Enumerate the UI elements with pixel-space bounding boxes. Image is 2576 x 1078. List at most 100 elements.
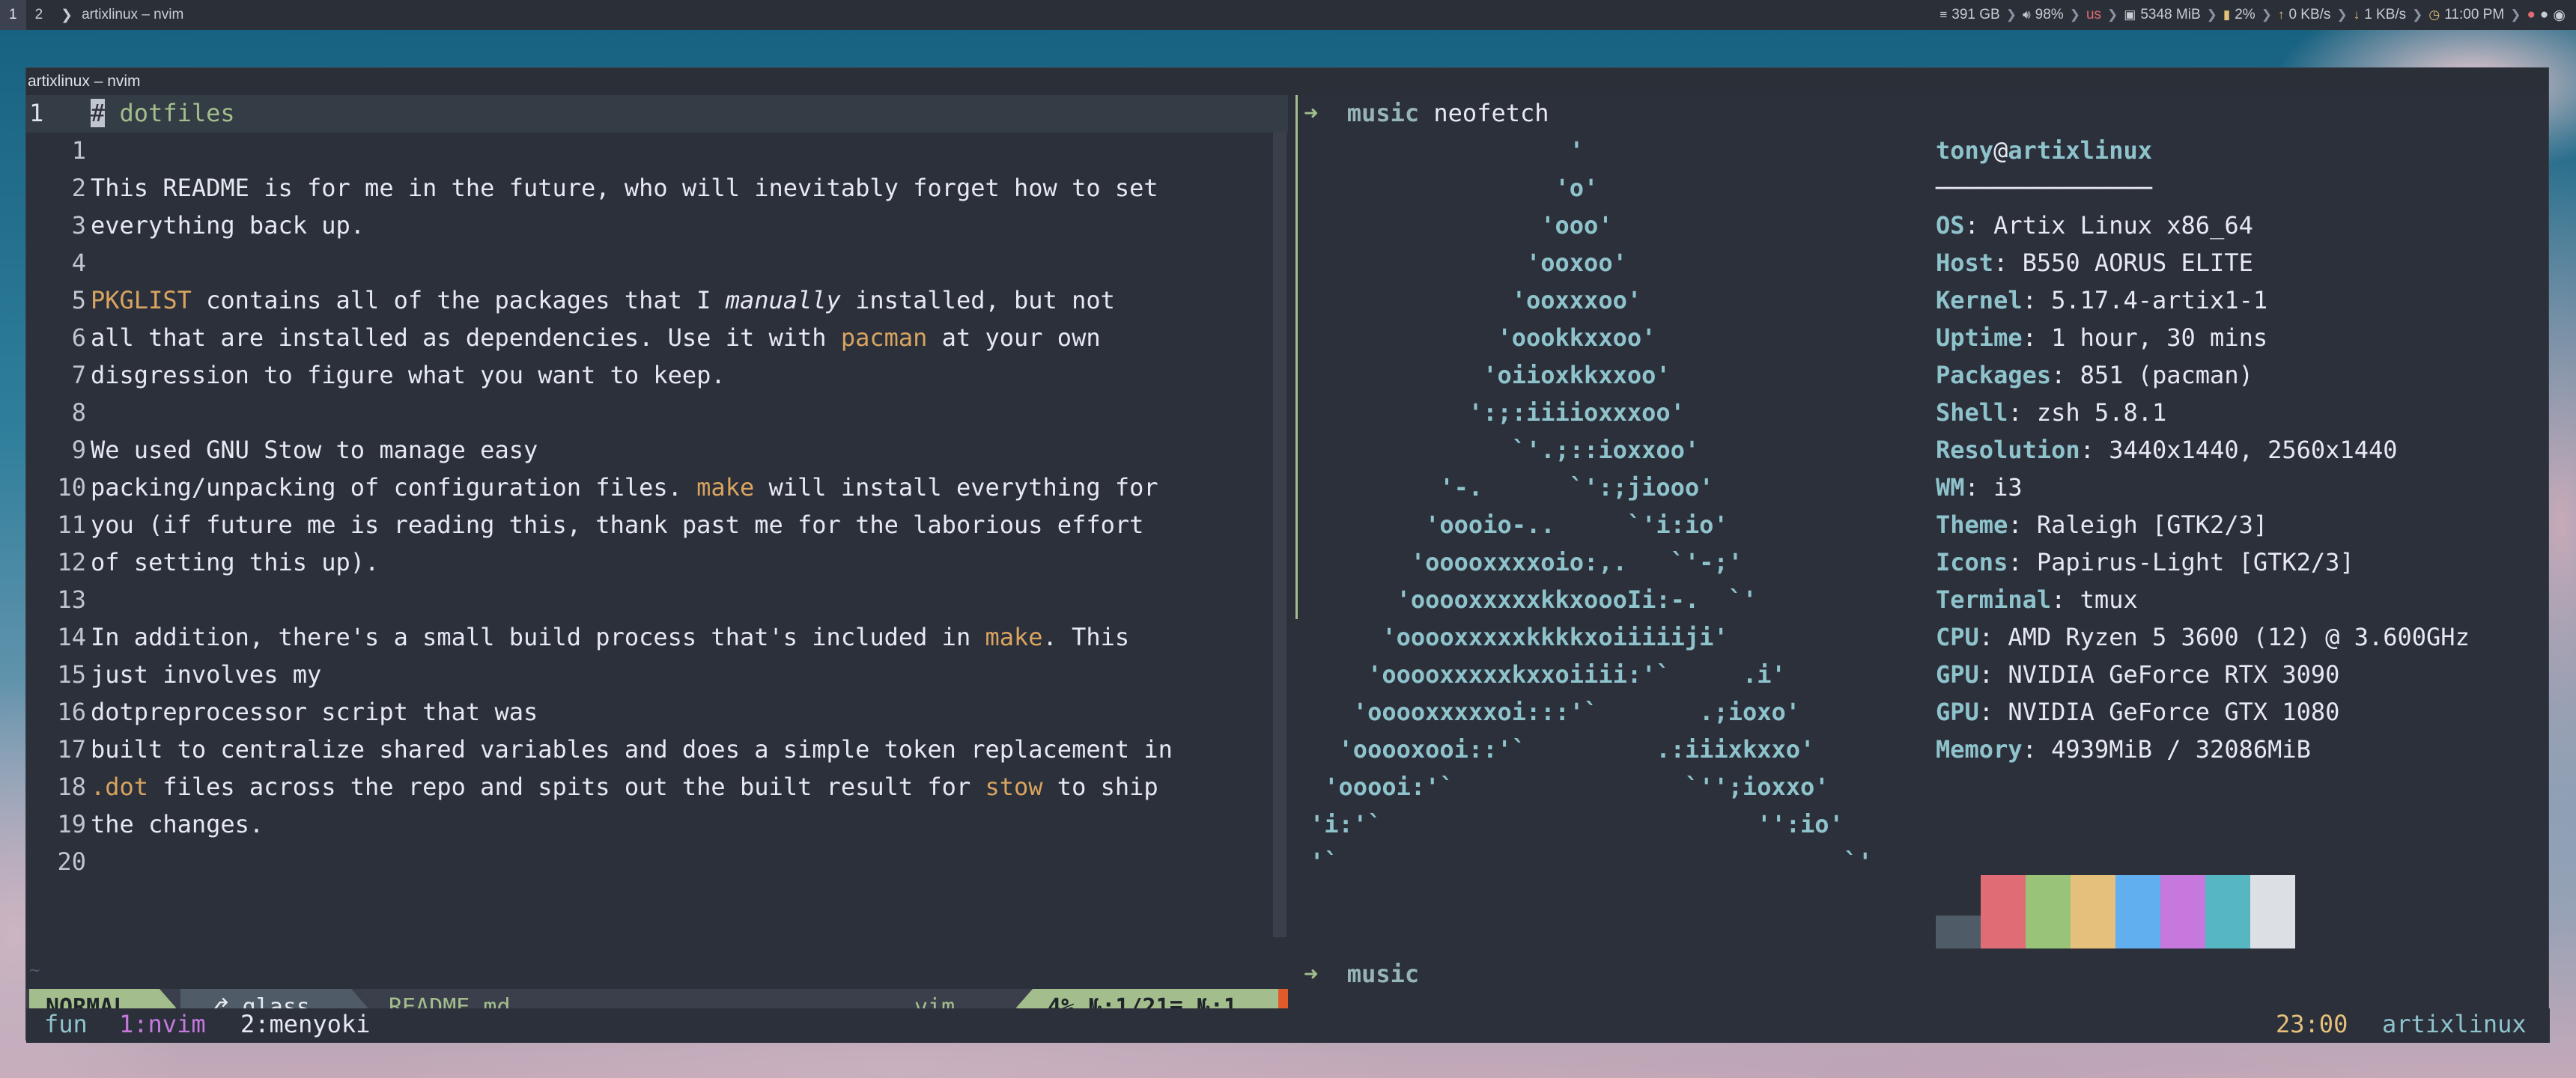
ascii-art-line: 'oiioxkkxxoo'	[1310, 361, 1671, 389]
code-span: make	[696, 473, 755, 502]
line-text: will install everything for	[754, 473, 1158, 502]
neofetch-info-key: Icons	[1936, 548, 2008, 576]
neofetch-info-value: : NVIDIA GeForce GTX 1080	[1978, 698, 2340, 726]
line-text: to ship	[1042, 773, 1158, 801]
line-number: 6	[71, 323, 86, 352]
shell-prompt-current[interactable]: ➜ music	[1304, 960, 1419, 988]
nvim-pane[interactable]: 1 1 2 3 4 5 6 7 8 9 10 11 12 13 14 15 16…	[26, 95, 1288, 981]
line-number: 12	[57, 548, 86, 576]
terminal-window[interactable]: artixlinux – nvim 1 1 2 3 4 5 6 7 8 9 10…	[25, 67, 2550, 1043]
line-number: 19	[57, 810, 86, 838]
tmux-window-active[interactable]: 1:nvim	[119, 1010, 206, 1038]
scrollbar[interactable]	[1273, 133, 1287, 937]
line-number: 4	[71, 249, 86, 277]
tray[interactable]: ● ● ◉	[2527, 7, 2566, 24]
neofetch-info-row: Shell: zsh 5.8.1	[1936, 398, 2166, 427]
prompt-command: neofetch	[1433, 99, 1549, 127]
neofetch-info-value: : tmux	[2051, 585, 2138, 614]
editor-line[interactable]: dotpreprocessor script that was	[91, 698, 538, 726]
arrow-down-icon: ↓	[2353, 7, 2360, 22]
ascii-art-line: '-. `':;jiooo'	[1310, 473, 1714, 502]
neofetch-info-key: GPU	[1936, 698, 1979, 726]
line-number: 2	[71, 174, 86, 202]
neofetch-user-host: tony@artixlinux	[1936, 136, 2152, 165]
status-blocks: ≡ 391 GB ❯ 🔊︎ 98% ❯ us ❯ ▣ 5348 MiB ❯ ▮ …	[1939, 0, 2566, 30]
line-number: 3	[71, 211, 86, 240]
workspace-2[interactable]: 2	[26, 0, 52, 30]
chevron-right-icon: ❯	[2107, 7, 2118, 22]
editor-line[interactable]: packing/unpacking of configuration files…	[91, 473, 1158, 502]
neofetch-info-value: : NVIDIA GeForce RTX 3090	[1978, 660, 2340, 689]
tmux-hostname: artixlinux	[2382, 1010, 2527, 1038]
neofetch-info-row: Icons: Papirus-Light [GTK2/3]	[1936, 548, 2354, 576]
tmux-session: fun	[44, 1010, 88, 1038]
discord-icon[interactable]: ◉	[2553, 7, 2566, 24]
editor-line[interactable]: This README is for me in the future, who…	[91, 174, 1158, 202]
editor-line[interactable]: all that are installed as dependencies. …	[91, 323, 1101, 352]
editor-line[interactable]: you (if future me is reading this, thank…	[91, 511, 1143, 539]
ascii-art-line: `'.;::ioxxoo'	[1310, 436, 1700, 464]
pane-divider[interactable]	[1295, 95, 1298, 619]
prompt-arrow-icon: ➜	[1304, 960, 1319, 988]
clock-value: 11:00 PM	[2444, 7, 2505, 22]
editor-line[interactable]: .dot files across the repo and spits out…	[91, 773, 1158, 801]
clock-status[interactable]: ◷ 11:00 PM	[2428, 7, 2504, 23]
ascii-art-line: 'ooooxxxxxkkxoooIi:-. `'	[1310, 585, 1758, 614]
neofetch-info-value: : 851 (pacman)	[2051, 361, 2253, 389]
color-swatch	[1936, 916, 1981, 948]
tmux-content[interactable]: 1 1 2 3 4 5 6 7 8 9 10 11 12 13 14 15 16…	[26, 95, 2550, 1043]
chevron-right-icon: ❯	[2510, 7, 2521, 22]
shell-pane[interactable]: ➜ music neofetch ' 'o' 'ooo' 'ooxoo' 'oo…	[1299, 95, 2550, 988]
neofetch-info-row: Resolution: 3440x1440, 2560x1440	[1936, 436, 2398, 464]
color-swatch	[2026, 875, 2071, 948]
tmux-window[interactable]: 2:menyoki	[240, 1010, 370, 1038]
neofetch-info-value: : Raleigh [GTK2/3]	[2008, 511, 2268, 539]
prompt-arrow-icon: ➜	[1304, 99, 1319, 127]
editor-line[interactable]: disgression to figure what you want to k…	[91, 361, 726, 389]
ascii-art-line: 'o'	[1310, 174, 1599, 202]
neofetch-info-key: WM	[1936, 473, 1965, 502]
neofetch-info-value: : 3440x1440, 2560x1440	[2080, 436, 2398, 464]
code-span: .dot	[91, 773, 149, 801]
neofetch-info-value: : Artix Linux x86_64	[1964, 211, 2253, 240]
editor-line[interactable]: PKGLIST contains all of the packages tha…	[91, 286, 1115, 314]
chevron-right-icon: ❯	[2261, 7, 2272, 22]
chevron-right-icon: ❯	[61, 7, 73, 23]
neofetch-info-key: Memory	[1936, 735, 2023, 764]
editor-line[interactable]: everything back up.	[91, 211, 365, 240]
editor-line-heading[interactable]: # dotfiles	[91, 99, 235, 127]
line-text: all that are installed as dependencies. …	[91, 323, 841, 352]
net-down-status: ↓ 1 KB/s	[2354, 7, 2406, 23]
neofetch-info-row: Packages: 851 (pacman)	[1936, 361, 2253, 389]
neofetch-info-row: OS: Artix Linux x86_64	[1936, 211, 2253, 240]
editor-line[interactable]: We used GNU Stow to manage easy	[91, 436, 538, 464]
neofetch-info-key: Shell	[1936, 398, 2008, 427]
neofetch-info-value: : AMD Ryzen 5 3600 (12) @ 3.600GHz	[1978, 623, 2470, 651]
ascii-art-line: ':;:iiiioxxxoo'	[1310, 398, 1685, 427]
window-title-text: artixlinux – nvim	[82, 7, 184, 22]
line-text: contains all of the packages that I	[191, 286, 726, 314]
neofetch-info-key: Host	[1936, 249, 1994, 277]
tray-dot-icon[interactable]: ●	[2540, 7, 2548, 23]
editor-line[interactable]: In addition, there's a small build proce…	[91, 623, 1129, 651]
clock-icon: ◷	[2428, 7, 2440, 22]
neofetch-user: tony	[1936, 136, 1994, 165]
neofetch-info-key: Kernel	[1936, 286, 2023, 314]
neofetch-info-key: CPU	[1936, 623, 1979, 651]
prompt-dir: music	[1346, 960, 1420, 988]
layout-value: us	[2086, 7, 2102, 22]
editor-line[interactable]: the changes.	[91, 810, 264, 838]
editor-line[interactable]: built to centralize shared variables and…	[91, 735, 1173, 764]
window-titlebar[interactable]: artixlinux – nvim	[26, 68, 2548, 95]
ascii-art-line: 'ooxxxoo'	[1310, 286, 1642, 314]
volume-status[interactable]: 🔊︎ 98%	[2023, 7, 2064, 23]
chevron-right-icon: ❯	[2412, 7, 2423, 22]
workspace-1[interactable]: 1	[0, 0, 26, 30]
tray-dot-icon[interactable]: ●	[2527, 7, 2535, 23]
neofetch-info-key: GPU	[1936, 660, 1979, 689]
editor-line[interactable]: of setting this up).	[91, 548, 379, 576]
i3-bar: 1 2 ❯ artixlinux – nvim ≡ 391 GB ❯ 🔊︎ 98…	[0, 0, 2576, 30]
editor-line[interactable]: just involves my	[91, 660, 321, 689]
prompt-dir: music	[1346, 99, 1420, 127]
chevron-right-icon: ❯	[2336, 7, 2348, 22]
